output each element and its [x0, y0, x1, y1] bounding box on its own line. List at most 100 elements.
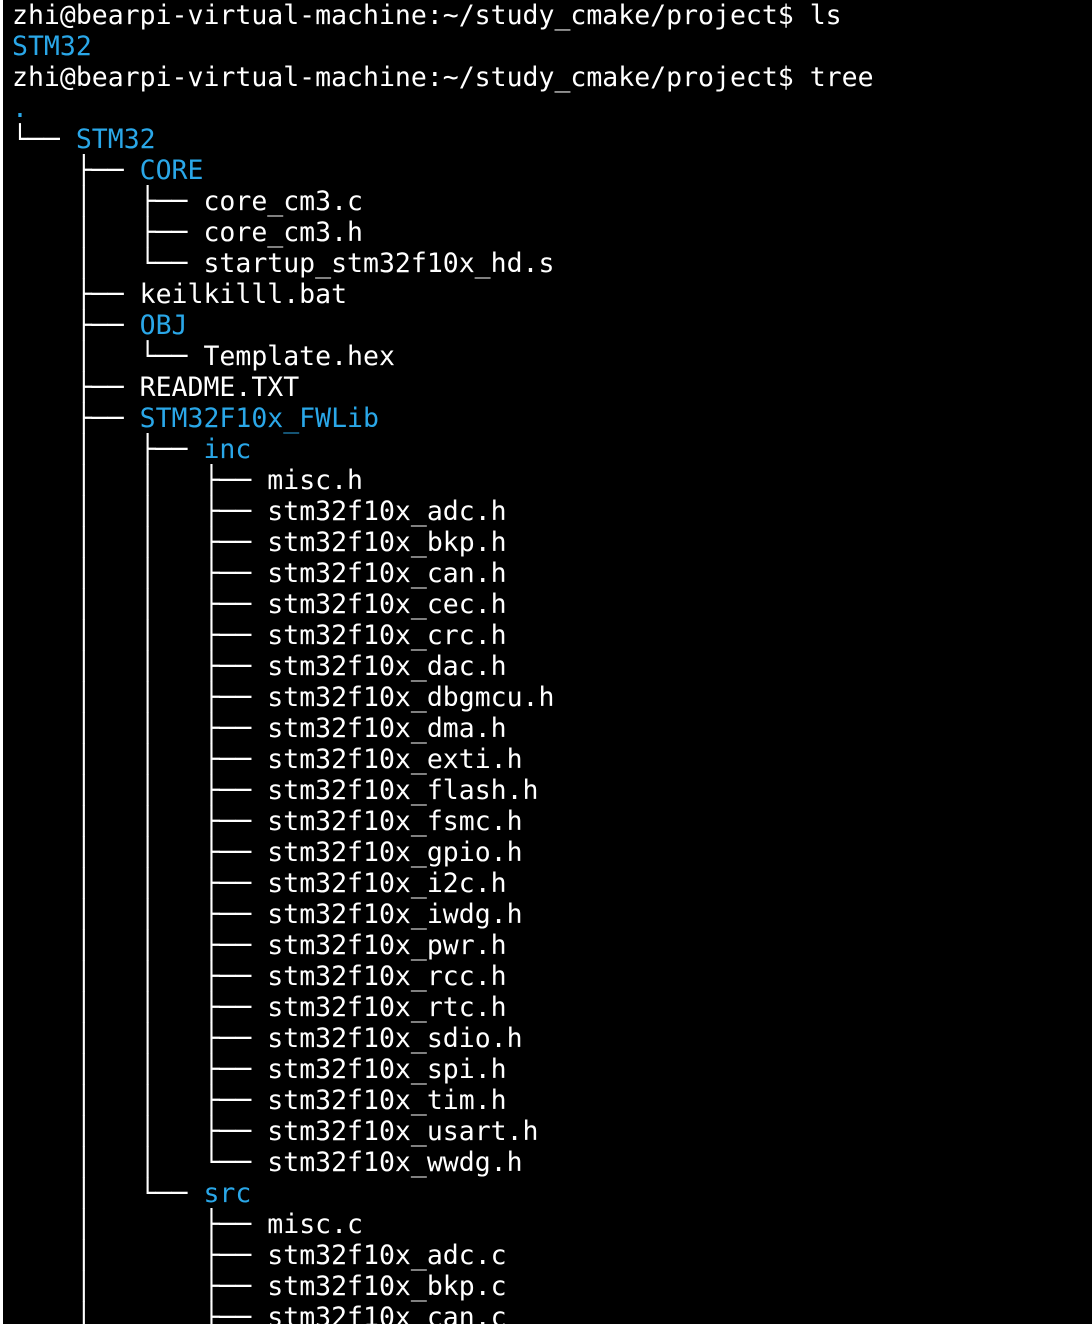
file-name: stm32f10x_usart.h [267, 1116, 539, 1147]
terminal-line: │ │ ├── misc.h [12, 465, 874, 496]
tree-connector: │ │ ├── [12, 682, 268, 713]
terminal-line: │ ├── stm32f10x_bkp.c [12, 1271, 874, 1302]
terminal-line: │ ├── core_cm3.h [12, 217, 874, 248]
file-name: stm32f10x_tim.h [267, 1085, 507, 1116]
file-name: stm32f10x_cec.h [267, 589, 507, 620]
tree-connector: │ └── [12, 1178, 204, 1209]
terminal-line: │ │ ├── stm32f10x_dma.h [12, 713, 874, 744]
tree-connector: │ │ ├── [12, 837, 268, 868]
tree-connector: │ ├── [12, 1209, 268, 1240]
file-name: stm32f10x_adc.h [267, 496, 507, 527]
tree-connector: │ │ ├── [12, 620, 268, 651]
tree-connector: ├── [12, 310, 140, 341]
file-name: stm32f10x_fsmc.h [267, 806, 523, 837]
terminal-line: │ │ ├── stm32f10x_spi.h [12, 1054, 874, 1085]
terminal-line: zhi@bearpi-virtual-machine:~/study_cmake… [12, 0, 874, 31]
tree-connector: │ │ ├── [12, 775, 268, 806]
file-name: README.TXT [139, 372, 300, 403]
terminal-line: │ ├── inc [12, 434, 874, 465]
tree-connector: │ ├── [12, 186, 204, 217]
directory-name: inc [203, 434, 252, 465]
tree-connector: ├── [12, 403, 140, 434]
terminal-line: │ │ ├── stm32f10x_can.h [12, 558, 874, 589]
terminal-line: │ │ ├── stm32f10x_exti.h [12, 744, 874, 775]
tree-connector: │ │ ├── [12, 1023, 268, 1054]
tree-connector: │ │ ├── [12, 930, 268, 961]
tree-connector: │ ├── [12, 217, 204, 248]
tree-connector: ├── [12, 279, 140, 310]
terminal-line: │ │ ├── stm32f10x_crc.h [12, 620, 874, 651]
file-name: stm32f10x_flash.h [267, 775, 539, 806]
shell-prompt-command: zhi@bearpi-virtual-machine:~/study_cmake… [12, 0, 842, 31]
tree-connector: │ │ ├── [12, 713, 268, 744]
terminal-line: │ │ ├── stm32f10x_dac.h [12, 651, 874, 682]
file-name: Template.hex [203, 341, 395, 372]
terminal-line: │ │ ├── stm32f10x_bkp.h [12, 527, 874, 558]
file-name: stm32f10x_rtc.h [267, 992, 507, 1023]
file-name: stm32f10x_adc.c [267, 1240, 507, 1271]
tree-connector: │ └── [12, 248, 204, 279]
terminal-line: ├── README.TXT [12, 372, 874, 403]
tree-connector: │ │ ├── [12, 868, 268, 899]
file-name: stm32f10x_sdio.h [267, 1023, 523, 1054]
tree-connector: │ ├── [12, 1302, 268, 1324]
file-name: stm32f10x_dma.h [267, 713, 507, 744]
terminal-line: │ ├── stm32f10x_adc.c [12, 1240, 874, 1271]
terminal-line: ├── STM32F10x_FWLib [12, 403, 874, 434]
terminal-output: zhi@bearpi-virtual-machine:~/study_cmake… [12, 0, 874, 1324]
directory-name: STM32 [12, 31, 92, 62]
terminal-line: │ │ ├── stm32f10x_iwdg.h [12, 899, 874, 930]
file-name: stm32f10x_crc.h [267, 620, 507, 651]
terminal-line: │ │ ├── stm32f10x_adc.h [12, 496, 874, 527]
file-name: misc.c [267, 1209, 364, 1240]
file-name: stm32f10x_dbgmcu.h [267, 682, 555, 713]
terminal-line: │ └── src [12, 1178, 874, 1209]
terminal-window[interactable]: zhi@bearpi-virtual-machine:~/study_cmake… [3, 0, 1092, 1324]
terminal-line: │ │ ├── stm32f10x_i2c.h [12, 868, 874, 899]
terminal-line: zhi@bearpi-virtual-machine:~/study_cmake… [12, 62, 874, 93]
tree-connector: │ │ ├── [12, 496, 268, 527]
tree-connector: │ │ ├── [12, 589, 268, 620]
tree-connector: │ │ ├── [12, 961, 268, 992]
file-name: stm32f10x_rcc.h [267, 961, 507, 992]
terminal-line: │ │ ├── stm32f10x_sdio.h [12, 1023, 874, 1054]
tree-connector: └── [12, 124, 76, 155]
terminal-line: │ │ ├── stm32f10x_flash.h [12, 775, 874, 806]
tree-connector: │ │ ├── [12, 651, 268, 682]
directory-name: STM32F10x_FWLib [139, 403, 379, 434]
file-name: stm32f10x_dac.h [267, 651, 507, 682]
tree-connector: ├── [12, 372, 140, 403]
tree-connector: │ │ ├── [12, 992, 268, 1023]
terminal-line: │ │ ├── stm32f10x_pwr.h [12, 930, 874, 961]
terminal-line: ├── CORE [12, 155, 874, 186]
file-name: stm32f10x_can.h [267, 558, 507, 589]
terminal-line: . [12, 93, 874, 124]
terminal-line: │ │ ├── stm32f10x_dbgmcu.h [12, 682, 874, 713]
directory-name: CORE [139, 155, 204, 186]
tree-connector: │ │ └── [12, 1147, 268, 1178]
tree-connector: │ │ ├── [12, 806, 268, 837]
terminal-line: │ ├── misc.c [12, 1209, 874, 1240]
terminal-line: │ │ ├── stm32f10x_tim.h [12, 1085, 874, 1116]
file-name: stm32f10x_i2c.h [267, 868, 507, 899]
terminal-line: ├── OBJ [12, 310, 874, 341]
file-name: stm32f10x_bkp.c [267, 1271, 507, 1302]
tree-connector: │ ├── [12, 434, 204, 465]
terminal-line: │ │ ├── stm32f10x_gpio.h [12, 837, 874, 868]
directory-name: . [12, 93, 28, 124]
file-name: stm32f10x_bkp.h [267, 527, 507, 558]
tree-connector: │ └── [12, 341, 204, 372]
file-name: stm32f10x_can.c [267, 1302, 507, 1324]
terminal-line: │ │ ├── stm32f10x_cec.h [12, 589, 874, 620]
terminal-line: │ │ └── stm32f10x_wwdg.h [12, 1147, 874, 1178]
terminal-line: │ │ ├── stm32f10x_fsmc.h [12, 806, 874, 837]
tree-connector: │ │ ├── [12, 1085, 268, 1116]
tree-connector: │ │ ├── [12, 744, 268, 775]
terminal-line: │ │ ├── stm32f10x_rtc.h [12, 992, 874, 1023]
tree-connector: │ │ ├── [12, 465, 268, 496]
file-name: keilkilll.bat [139, 279, 348, 310]
file-name: stm32f10x_iwdg.h [267, 899, 523, 930]
file-name: stm32f10x_gpio.h [267, 837, 523, 868]
directory-name: OBJ [139, 310, 188, 341]
file-name: stm32f10x_pwr.h [267, 930, 507, 961]
